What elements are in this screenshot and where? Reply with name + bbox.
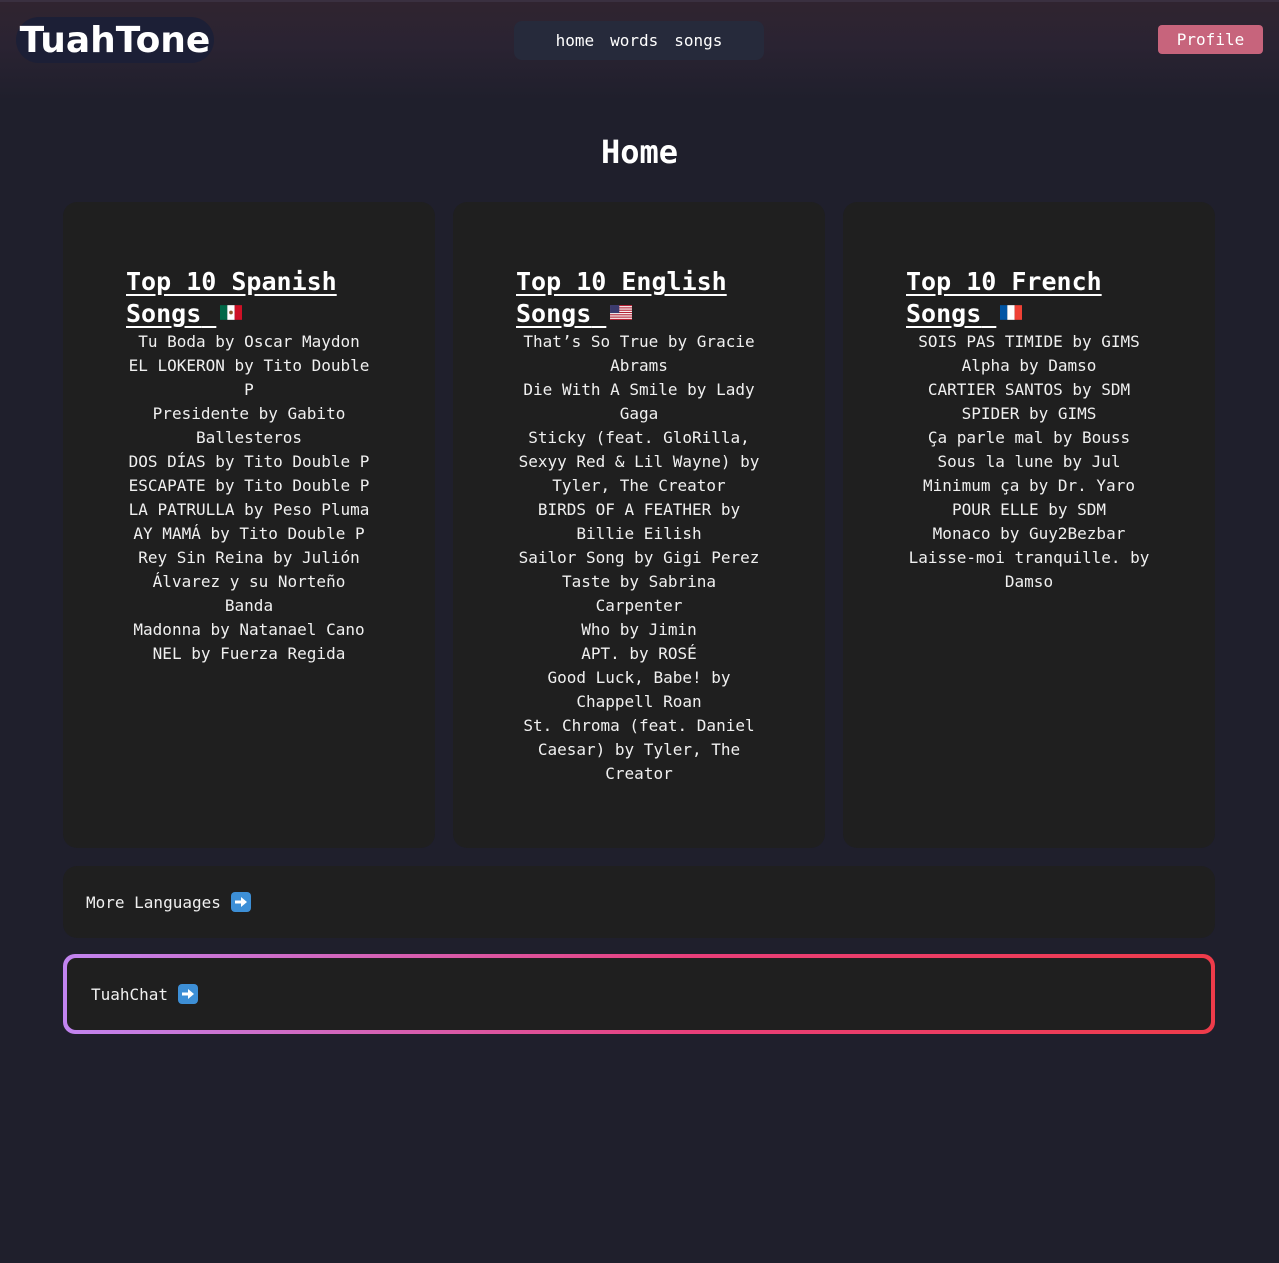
top-bar: TuahTone home words songs Profile — [0, 0, 1279, 100]
list-item[interactable]: NEL by Fuerza Regida — [124, 642, 374, 666]
list-item[interactable]: Sailor Song by Gigi Perez — [514, 546, 764, 570]
list-item[interactable]: POUR ELLE by SDM — [904, 498, 1154, 522]
list-item[interactable]: LA PATRULLA by Peso Pluma — [124, 498, 374, 522]
card-title[interactable]: Top 10 French Songs — [906, 266, 1152, 330]
tuahchat-inner: TuahChat — [67, 958, 1211, 1030]
list-item[interactable]: Monaco by Guy2Bezbar — [904, 522, 1154, 546]
list-item[interactable]: Good Luck, Babe! by Chappell Roan — [514, 666, 764, 714]
song-list: That’s So True by Gracie Abrams Die With… — [514, 330, 764, 786]
more-languages-label: More Languages — [86, 892, 221, 912]
list-item[interactable]: DOS DÍAS by Tito Double P — [124, 450, 374, 474]
list-item[interactable]: AY MAMÁ by Tito Double P — [124, 522, 374, 546]
list-item[interactable]: Tu Boda by Oscar Maydon — [124, 330, 374, 354]
profile-button[interactable]: Profile — [1158, 25, 1263, 54]
list-item[interactable]: Sous la lune by Jul — [904, 450, 1154, 474]
english-songs-card: Top 10 English Songs That’s So True by G… — [453, 202, 825, 848]
list-item[interactable]: St. Chroma (feat. Daniel Caesar) by Tyle… — [514, 714, 764, 786]
list-item[interactable]: Rey Sin Reina by Julión Álvarez y su Nor… — [124, 546, 374, 618]
page-title: Home — [600, 133, 679, 171]
list-item[interactable]: ESCAPATE by Tito Double P — [124, 474, 374, 498]
list-item[interactable]: Madonna by Natanael Cano — [124, 618, 374, 642]
song-list: Tu Boda by Oscar Maydon EL LOKERON by Ti… — [124, 330, 374, 666]
list-item[interactable]: Taste by Sabrina Carpenter — [514, 570, 764, 618]
card-title[interactable]: Top 10 Spanish Songs — [126, 266, 372, 330]
arrow-right-icon — [178, 984, 199, 1004]
arrow-right-icon — [230, 892, 251, 912]
list-item[interactable]: Presidente by Gabito Ballesteros — [124, 402, 374, 450]
logo[interactable]: TuahTone — [16, 17, 214, 63]
nav-link-songs[interactable]: songs — [674, 31, 722, 50]
list-item[interactable]: BIRDS OF A FEATHER by Billie Eilish — [514, 498, 764, 546]
tuahchat-button[interactable]: TuahChat — [63, 954, 1215, 1034]
nav-link-words[interactable]: words — [610, 31, 658, 50]
list-item[interactable]: CARTIER SANTOS by SDM — [904, 378, 1154, 402]
nav-bar: home words songs — [514, 21, 764, 60]
nav-link-home[interactable]: home — [556, 31, 595, 50]
list-item[interactable]: APT. by ROSÉ — [514, 642, 764, 666]
list-item[interactable]: SPIDER by GIMS — [904, 402, 1154, 426]
mexico-flag-icon — [220, 304, 243, 320]
list-item[interactable]: That’s So True by Gracie Abrams — [514, 330, 764, 378]
tuahchat-label: TuahChat — [91, 984, 169, 1004]
song-list: SOIS PAS TIMIDE by GIMS Alpha by Damso C… — [904, 330, 1154, 594]
list-item[interactable]: Alpha by Damso — [904, 354, 1154, 378]
france-flag-icon — [1000, 304, 1023, 320]
card-title[interactable]: Top 10 English Songs — [516, 266, 762, 330]
usa-flag-icon — [610, 304, 633, 320]
list-item[interactable]: SOIS PAS TIMIDE by GIMS — [904, 330, 1154, 354]
spanish-songs-card: Top 10 Spanish Songs Tu Boda by Oscar Ma… — [63, 202, 435, 848]
list-item[interactable]: Ça parle mal by Bouss — [904, 426, 1154, 450]
more-languages-button[interactable]: More Languages — [63, 866, 1215, 938]
french-songs-card: Top 10 French Songs SOIS PAS TIMIDE by G… — [843, 202, 1215, 848]
list-item[interactable]: Sticky (feat. GloRilla, Sexyy Red & Lil … — [514, 426, 764, 498]
list-item[interactable]: Die With A Smile by Lady Gaga — [514, 378, 764, 426]
list-item[interactable]: Minimum ça by Dr. Yaro — [904, 474, 1154, 498]
list-item[interactable]: Who by Jimin — [514, 618, 764, 642]
list-item[interactable]: Laisse-moi tranquille. by Damso — [904, 546, 1154, 594]
list-item[interactable]: EL LOKERON by Tito Double P — [124, 354, 374, 402]
